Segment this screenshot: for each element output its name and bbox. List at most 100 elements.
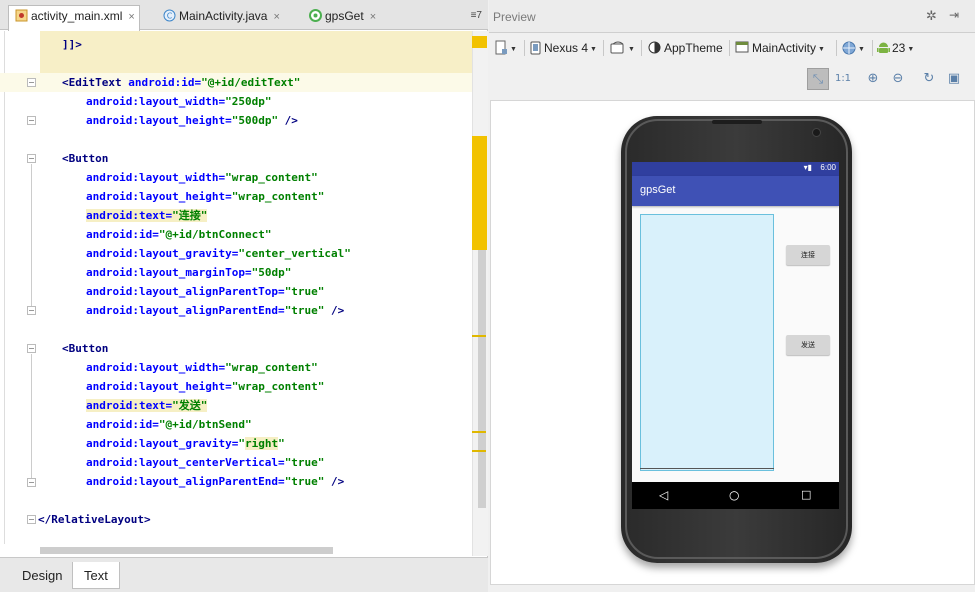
recents-icon[interactable]: □	[801, 487, 811, 503]
device-label: Nexus 4	[544, 41, 589, 55]
warning-marker[interactable]	[472, 136, 487, 250]
chevron-down-icon: ▼	[590, 46, 597, 53]
fold-guide	[31, 354, 32, 479]
code-line: <Button	[62, 152, 109, 165]
gear-icon[interactable]: ✲	[926, 9, 937, 24]
api-level-label: 23	[892, 41, 906, 55]
toolbar-separator	[872, 40, 873, 56]
fold-marker-icon[interactable]	[27, 78, 36, 87]
connect-button[interactable]: 连接	[786, 245, 830, 265]
zoom-out-icon[interactable]: ⊖	[887, 68, 909, 90]
tab-text[interactable]: Text	[72, 562, 120, 589]
rotate-device-icon	[610, 41, 624, 54]
warning-marker[interactable]	[472, 36, 487, 48]
tab-label: MainActivity.java	[179, 9, 268, 23]
editor-tab-bar: activity_main.xml × C MainActivity.java × …	[0, 0, 488, 31]
tab-activity-main-xml[interactable]: activity_main.xml ×	[8, 5, 140, 31]
android-module-icon	[309, 9, 322, 22]
code-line: android:layout_width="250dp"	[86, 95, 272, 108]
chevron-down-icon: ▼	[818, 46, 825, 53]
toolbar-separator	[641, 40, 642, 56]
theme-selector[interactable]: AppTheme	[648, 39, 723, 57]
code-line: android:layout_gravity="center_vertical"	[86, 247, 351, 260]
preview-header: Preview ✲ ⇥	[489, 0, 975, 33]
chevron-down-icon: ▼	[858, 46, 865, 53]
zoom-in-icon[interactable]: ⊕	[862, 68, 884, 90]
tab-design[interactable]: Design	[14, 562, 70, 589]
code-line: android:layout_height="500dp" />	[86, 114, 298, 127]
edit-text-widget[interactable]	[640, 214, 774, 471]
device-selector[interactable]: Nexus 4 ▼	[530, 39, 597, 57]
activity-selector[interactable]: MainActivity ▼	[735, 39, 825, 57]
fold-marker-icon[interactable]	[27, 116, 36, 125]
toolbar-separator	[603, 40, 604, 56]
preview-pane: Preview ✲ ⇥ ▼ Nexus 4 ▼ ▼ AppTheme MainAc…	[489, 0, 975, 592]
code-line: android:layout_width="wrap_content"	[86, 361, 318, 374]
screenshot-icon[interactable]: ▣	[943, 68, 965, 90]
code-area[interactable]: ]]> <EditText android:id="@+id/editText"…	[0, 31, 472, 556]
hide-panel-icon[interactable]: ⇥	[949, 8, 959, 22]
code-line: <EditText android:id="@+id/editText"	[62, 76, 301, 89]
toolbar-separator	[524, 40, 525, 56]
code-line: android:layout_centerVertical="true"	[86, 456, 325, 469]
theme-label: AppTheme	[664, 41, 723, 55]
tab-gpsget[interactable]: gpsGet ×	[303, 6, 380, 30]
back-icon[interactable]: ◁	[659, 487, 668, 503]
api-level-selector[interactable]: 23 ▼	[877, 39, 914, 57]
close-icon[interactable]: ×	[370, 11, 376, 23]
code-line: android:layout_alignParentEnd="true" />	[86, 304, 345, 317]
actual-size-icon[interactable]: 1:1	[832, 68, 854, 90]
cdata-highlight	[40, 31, 472, 73]
tab-mainactivity-java[interactable]: C MainActivity.java ×	[157, 6, 284, 30]
code-line: android:layout_height="wrap_content"	[86, 380, 325, 393]
warning-marker[interactable]	[472, 335, 486, 337]
vertical-scrollbar-thumb[interactable]	[478, 250, 486, 508]
tab-overflow-menu[interactable]: ≡7	[471, 10, 482, 21]
editor-mode-tabs: Design Text	[0, 557, 488, 592]
close-icon[interactable]: ×	[128, 11, 134, 23]
tab-label: activity_main.xml	[31, 9, 123, 23]
locale-selector[interactable]: ▼	[842, 39, 865, 57]
code-line: <Button	[62, 342, 109, 355]
fold-guide	[31, 164, 32, 307]
status-time: 6:00	[820, 163, 836, 172]
device-screen[interactable]: ▾▮ 6:00 gpsGet 连接 发送 ◁ ○ □	[632, 162, 839, 509]
send-button[interactable]: 发送	[786, 335, 830, 355]
chevron-down-icon: ▼	[510, 46, 517, 53]
class-file-icon: C	[163, 9, 176, 22]
fold-marker-icon[interactable]	[27, 344, 36, 353]
zoom-toolbar: ⤡ 1:1 ⊕ ⊖ ↻ ▣	[489, 64, 975, 94]
warning-marker[interactable]	[472, 431, 486, 433]
preview-title: Preview	[493, 10, 536, 24]
svg-text:C: C	[167, 12, 173, 21]
chevron-down-icon: ▼	[628, 46, 635, 53]
code-line: android:id="@+id/btnSend"	[86, 418, 252, 431]
refresh-icon[interactable]: ↻	[918, 68, 940, 90]
orientation-selector[interactable]: ▼	[610, 39, 635, 57]
wifi-battery-icon: ▾▮	[803, 163, 812, 172]
code-line: android:layout_height="wrap_content"	[86, 190, 325, 203]
config-button[interactable]: ▼	[495, 39, 517, 57]
app-bar: gpsGet	[632, 176, 839, 206]
globe-icon	[842, 41, 856, 55]
code-line: android:layout_marginTop="50dp"	[86, 266, 292, 279]
xml-file-icon	[15, 9, 28, 22]
zoom-to-fit-icon[interactable]: ⤡	[807, 68, 829, 90]
code-line: android:layout_alignParentEnd="true" />	[86, 475, 345, 488]
preview-toolbar: ▼ Nexus 4▼ ▼ AppTheme MainActivity▼ ▼	[489, 34, 975, 62]
activity-label: MainActivity	[752, 41, 817, 55]
app-title: gpsGet	[640, 184, 676, 196]
home-icon[interactable]: ○	[729, 487, 739, 503]
theme-icon	[648, 41, 661, 54]
toolbar-separator	[836, 40, 837, 56]
code-line: android:id="@+id/btnConnect"	[86, 228, 272, 241]
navigation-bar: ◁ ○ □	[632, 482, 839, 509]
horizontal-scrollbar-thumb[interactable]	[40, 547, 333, 554]
tab-label: gpsGet	[325, 9, 364, 23]
fold-marker-icon[interactable]	[27, 515, 36, 524]
warning-marker[interactable]	[472, 450, 486, 452]
fold-marker-icon[interactable]	[27, 154, 36, 163]
close-icon[interactable]: ×	[273, 11, 279, 23]
fold-marker-icon[interactable]	[27, 478, 36, 487]
fold-marker-icon[interactable]	[27, 306, 36, 315]
